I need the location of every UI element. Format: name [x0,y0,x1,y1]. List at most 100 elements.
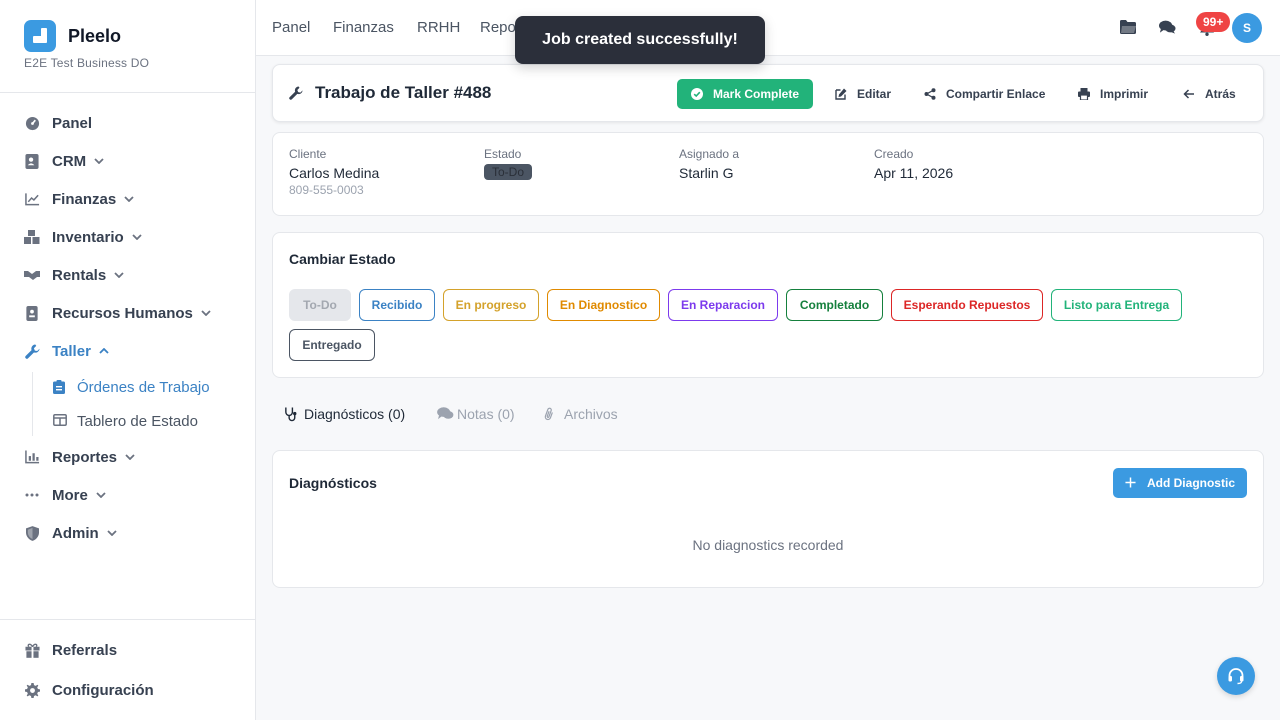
avatar[interactable]: S [1232,13,1262,43]
edit-button[interactable]: Editar [835,79,891,109]
sidebar-item-referrals[interactable]: Referrals [24,635,117,665]
button-label: Mark Complete [712,87,800,101]
sidebar-subitem-ordenes[interactable]: Órdenes de Trabajo [53,373,210,401]
sidebar-item-label: Inventario [52,228,124,246]
status-option-esperando-repuestos[interactable]: Esperando Repuestos [891,289,1043,321]
toast-message: Job created successfully! [542,31,738,48]
headset-icon [1227,667,1245,685]
status-option-recibido[interactable]: Recibido [359,289,435,321]
notification-badge[interactable]: 99+ [1196,12,1231,32]
mark-complete-button[interactable]: Mark Complete [677,79,813,109]
sidebar-item-label: Reportes [52,448,118,466]
tab-diagnosticos[interactable]: Diagnósticos (0) [284,406,405,422]
plus-icon [1125,477,1137,489]
created-value: Apr 11, 2026 [874,165,954,181]
empty-state: No diagnostics recorded [692,537,844,553]
status-option-todo[interactable]: To-Do [289,289,351,321]
sidebar-item-more[interactable]: More [24,480,106,510]
sidebar-item-label: Rentals [52,266,107,284]
assigned-value: Starlin G [679,165,734,181]
brand[interactable]: Pleelo [24,20,121,52]
sidebar-item-recursos-humanos[interactable]: Recursos Humanos [24,298,211,328]
clipboard-icon [53,380,67,394]
shield-icon [24,525,40,541]
gear-icon [24,682,40,698]
sidebar-item-panel[interactable]: Panel [24,108,92,138]
topnav-finanzas[interactable]: Finanzas [333,19,394,36]
sidebar-subitem-label: Órdenes de Trabajo [77,378,210,396]
sidebar-divider [0,619,255,620]
topnav-rrhh[interactable]: RRHH [417,19,460,36]
sidebar-item-label: Recursos Humanos [52,304,193,322]
tab-archivos[interactable]: Archivos [544,406,618,422]
sidebar-item-taller[interactable]: Taller [24,336,109,366]
gift-icon [24,642,40,658]
button-label: Compartir Enlace [946,87,1046,101]
sidebar-item-label: Taller [52,342,91,360]
client-phone: 809-555-0003 [289,183,364,197]
id-badge-icon [24,305,40,321]
sidebar-subitem-tablero[interactable]: Tablero de Estado [53,407,198,435]
status-option-entregado[interactable]: Entregado [289,329,375,361]
share-link-button[interactable]: Compartir Enlace [924,79,1045,109]
topnav-panel[interactable]: Panel [272,19,310,36]
chevron-down-icon [125,452,135,462]
diagnostics-card: Diagnósticos Add Diagnostic No diagnosti… [272,450,1264,588]
sidebar-item-inventario[interactable]: Inventario [24,222,142,252]
support-button[interactable] [1217,657,1255,695]
back-button[interactable]: Atrás [1183,79,1236,109]
client-name: Carlos Medina [289,165,380,181]
brand-logo-icon [24,20,56,52]
tab-label: Archivos [564,406,618,422]
status-option-en-diagnostico[interactable]: En Diagnostico [547,289,660,321]
button-label: Add Diagnostic [1146,476,1235,490]
wrench-icon [24,343,40,359]
toast-notification: Job created successfully! [515,16,765,64]
brand-name: Pleelo [68,25,122,46]
status-option-listo-entrega[interactable]: Listo para Entrega [1051,289,1182,321]
sidebar-item-finanzas[interactable]: Finanzas [24,184,134,214]
status-option-completado[interactable]: Completado [786,289,883,321]
chevron-down-icon [132,232,142,242]
dashboard-icon [24,115,40,131]
print-button[interactable]: Imprimir [1078,79,1148,109]
status-info: Estado To-Do [484,147,533,180]
sidebar-item-label: More [52,486,88,504]
board-icon [53,414,67,428]
comments-icon [437,407,454,421]
created-info: Creado Apr 11, 2026 [874,147,953,181]
stethoscope-icon [284,407,298,422]
job-info-card: Cliente Carlos Medina 809-555-0003 Estad… [272,132,1264,216]
diagnostics-title: Diagnósticos [289,475,377,491]
sidebar-subitem-label: Tablero de Estado [77,412,198,430]
sidebar-item-reportes[interactable]: Reportes [24,442,135,472]
sidebar-item-rentals[interactable]: Rentals [24,260,124,290]
handshake-icon [24,267,40,283]
sidebar-item-configuracion[interactable]: Configuración [24,675,154,705]
chevron-down-icon [114,270,124,280]
chat-icon[interactable] [1159,20,1176,36]
sidebar-item-label: Referrals [52,641,118,659]
status-change-title: Cambiar Estado [289,251,396,267]
sidebar-item-label: CRM [52,152,87,170]
tab-notas[interactable]: Notas (0) [437,406,515,422]
chevron-down-icon [107,528,117,538]
check-circle-icon [690,88,703,100]
sidebar-divider [0,92,255,93]
assigned-label: Asignado a [679,147,740,161]
status-change-card: Cambiar Estado To-Do Recibido En progres… [272,232,1264,378]
client-label: Cliente [289,147,327,161]
job-title: Trabajo de Taller #488 [315,83,492,102]
button-label: Imprimir [1100,87,1149,101]
assigned-info: Asignado a Starlin G [679,147,739,181]
button-label: Atrás [1205,87,1236,101]
add-diagnostic-button[interactable]: Add Diagnostic [1113,468,1247,498]
chevron-down-icon [124,194,134,204]
status-option-en-progreso[interactable]: En progreso [443,289,539,321]
sidebar-item-admin[interactable]: Admin [24,518,117,548]
sidebar-item-crm[interactable]: CRM [24,146,104,176]
business-name: E2E Test Business DO [24,56,150,70]
status-option-en-reparacion[interactable]: En Reparacion [668,289,778,321]
bar-chart-icon [24,449,40,465]
folder-icon[interactable] [1120,20,1136,36]
